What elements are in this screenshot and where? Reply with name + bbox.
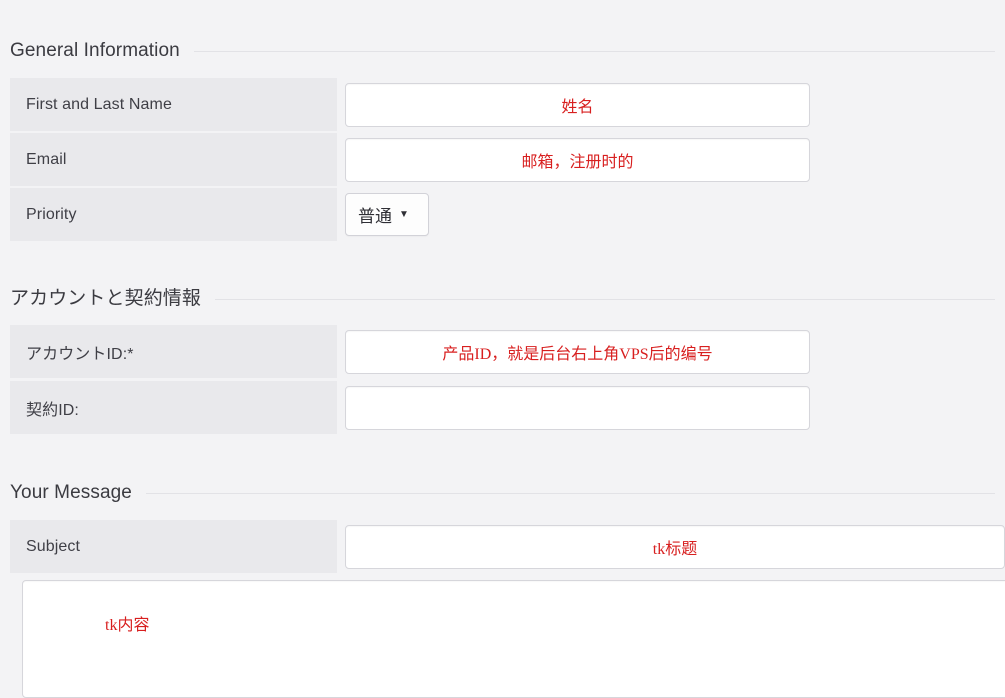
field-contract-id	[345, 381, 810, 434]
form-row-subject: Subject	[10, 520, 1005, 573]
contract-id-input[interactable]	[345, 385, 810, 430]
section-title: General Information	[10, 40, 180, 61]
priority-select-value: 普通	[358, 207, 392, 226]
section-header-general-information: General Information	[10, 38, 995, 64]
label-email: Email	[10, 133, 337, 186]
form-row-account-id: アカウントID:*	[10, 325, 995, 378]
section-divider	[145, 492, 995, 494]
label-first-and-last-name: First and Last Name	[10, 78, 337, 131]
support-ticket-form: General Information First and Last Name …	[0, 0, 1005, 698]
field-priority: 普通 ▼	[345, 188, 429, 241]
message-body-textarea[interactable]: tk内容	[22, 580, 1005, 698]
subject-input[interactable]	[345, 524, 1005, 569]
form-row-first-and-last-name: First and Last Name	[10, 78, 995, 131]
section-title: Your Message	[10, 482, 132, 503]
account-id-input[interactable]	[345, 329, 810, 374]
first-and-last-name-input[interactable]	[345, 82, 810, 127]
email-input[interactable]	[345, 137, 810, 182]
field-subject	[345, 520, 1005, 573]
priority-select[interactable]: 普通 ▼	[345, 193, 429, 236]
label-subject: Subject	[10, 520, 337, 573]
field-account-id	[345, 325, 810, 378]
section-divider	[215, 298, 995, 300]
section-title: アカウントと契約情報	[10, 288, 202, 309]
section-header-account-contract: アカウントと契約情報	[10, 286, 995, 312]
label-account-id: アカウントID:*	[10, 325, 337, 378]
chevron-down-icon: ▼	[399, 208, 409, 220]
form-row-email: Email	[10, 133, 995, 186]
field-email	[345, 133, 810, 186]
label-priority: Priority	[10, 188, 337, 241]
form-row-priority: Priority 普通 ▼	[10, 188, 995, 241]
field-first-and-last-name	[345, 78, 810, 131]
section-divider	[193, 50, 995, 52]
label-contract-id: 契約ID:	[10, 381, 337, 434]
section-header-your-message: Your Message	[10, 480, 995, 506]
form-row-contract-id: 契約ID:	[10, 381, 995, 434]
